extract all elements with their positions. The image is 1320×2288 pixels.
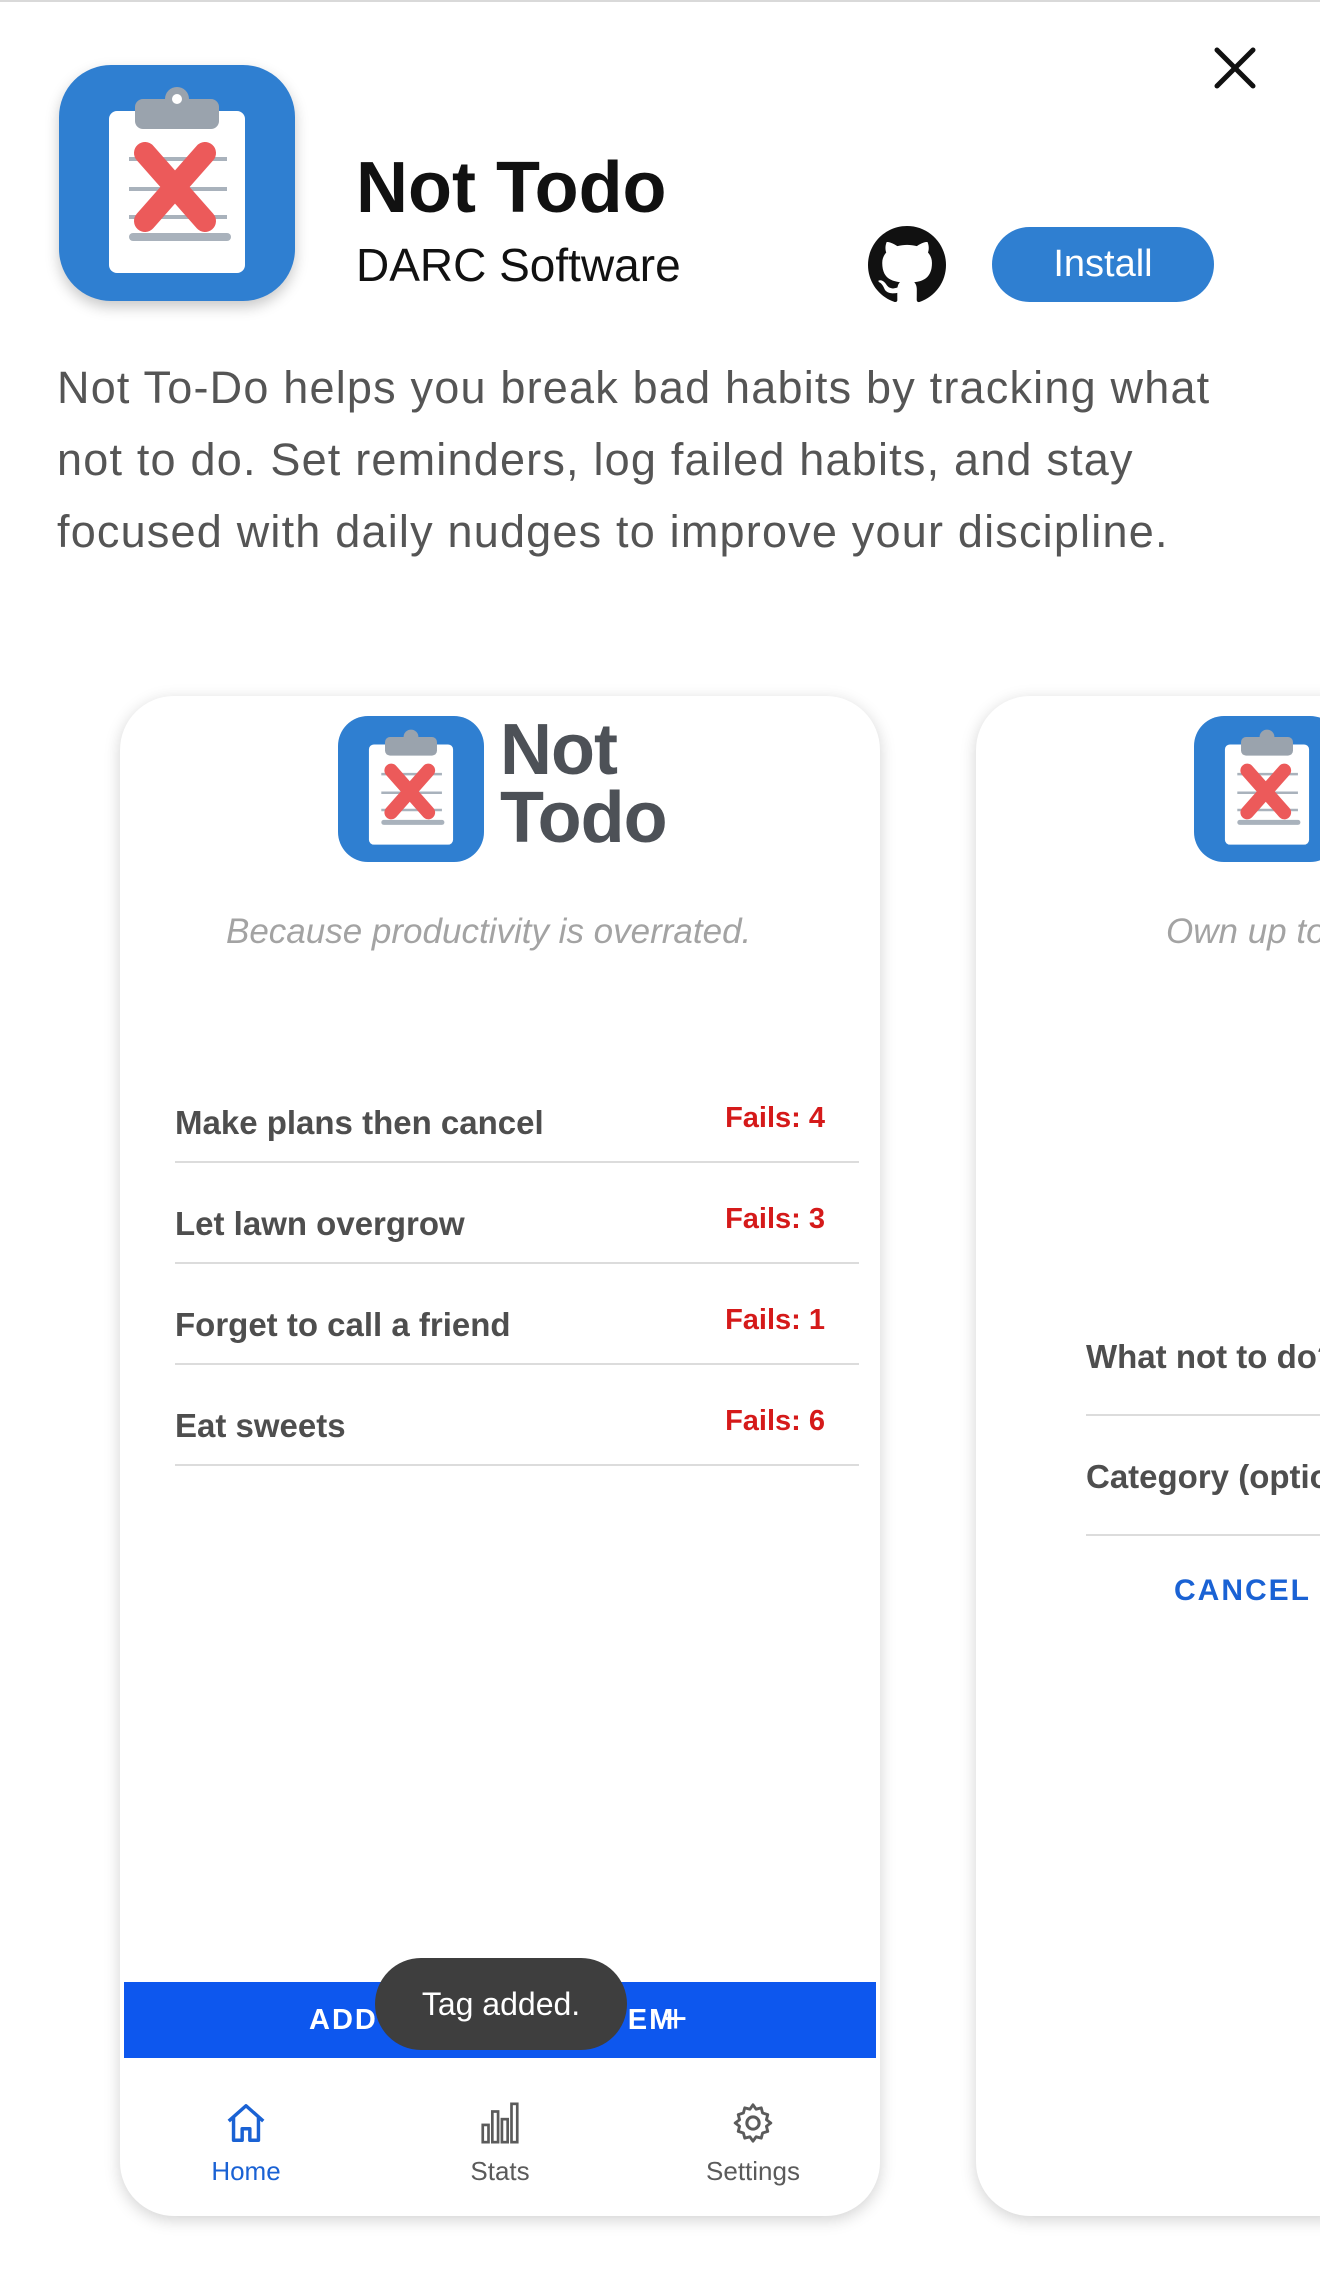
bar-chart-icon [481, 2102, 519, 2144]
app-detail-sheet: Not Todo DARC Software Install Not To-Do… [0, 0, 1320, 2288]
divider [1086, 1534, 1320, 1536]
close-button[interactable] [1205, 38, 1265, 98]
clipboard-x-icon [109, 87, 245, 273]
logo-line-2: Todo [500, 778, 668, 858]
github-icon [868, 226, 946, 303]
tagline: Own up to [1166, 912, 1320, 951]
toast-message: Tag added. [375, 1958, 627, 2050]
fails-count: Fails: 4 [725, 1102, 825, 1134]
nav-settings-label: Settings [706, 2156, 800, 2186]
logo-line-1: Not [500, 710, 618, 790]
app-logo [1194, 716, 1320, 862]
install-button[interactable]: Install [992, 227, 1214, 302]
bottom-navigation: Home Stats Settings [120, 2070, 880, 2216]
nav-home-label: Home [211, 2156, 281, 2186]
clipboard-x-icon [1224, 729, 1310, 845]
github-button[interactable] [868, 226, 946, 304]
nav-settings[interactable]: Settings [663, 2070, 843, 2216]
fails-count: Fails: 1 [725, 1304, 825, 1336]
nav-stats-label: Stats [470, 2156, 530, 2186]
gear-icon [733, 2103, 773, 2143]
fails-count: Fails: 3 [725, 1203, 825, 1235]
app-description: Not To-Do helps you break bad habits by … [57, 362, 1211, 557]
plus-icon: + [664, 1997, 690, 2041]
fails-count: Fails: 6 [725, 1405, 825, 1437]
what-not-to-do-field[interactable]: What not to do? [1086, 1338, 1320, 1376]
list-item[interactable]: Eat sweets Fails: 6 [175, 1365, 859, 1466]
item-label: Forget to call a friend [175, 1306, 511, 1343]
app-title: Not Todo [356, 148, 667, 228]
item-label: Let lawn overgrow [175, 1205, 465, 1242]
nav-home[interactable]: Home [156, 2070, 336, 2216]
list-item[interactable]: Let lawn overgrow Fails: 3 [175, 1163, 859, 1264]
cancel-button[interactable]: CANCEL [1174, 1574, 1311, 1608]
close-icon [1214, 47, 1256, 89]
clipboard-x-icon [368, 729, 454, 845]
list-item[interactable]: Forget to call a friend Fails: 1 [175, 1264, 859, 1365]
item-label: Eat sweets [175, 1407, 346, 1444]
item-label: Make plans then cancel [175, 1104, 544, 1141]
category-field[interactable]: Category (optio [1086, 1458, 1320, 1496]
app-logo [338, 716, 484, 862]
screenshot-card-1[interactable]: Not Todo Because productivity is overrat… [120, 696, 880, 2216]
tagline: Because productivity is overrated. [226, 912, 752, 951]
list-item[interactable]: Make plans then cancel Fails: 4 [175, 1062, 859, 1163]
screenshot-card-2[interactable]: Own up to What not to do? Category (opti… [976, 696, 1320, 2216]
home-icon [227, 2104, 265, 2142]
nav-stats[interactable]: Stats [410, 2070, 590, 2216]
app-publisher: DARC Software [356, 239, 681, 291]
divider [1086, 1414, 1320, 1416]
app-icon [59, 65, 295, 301]
logo-wordmark: Not Todo [500, 710, 668, 858]
